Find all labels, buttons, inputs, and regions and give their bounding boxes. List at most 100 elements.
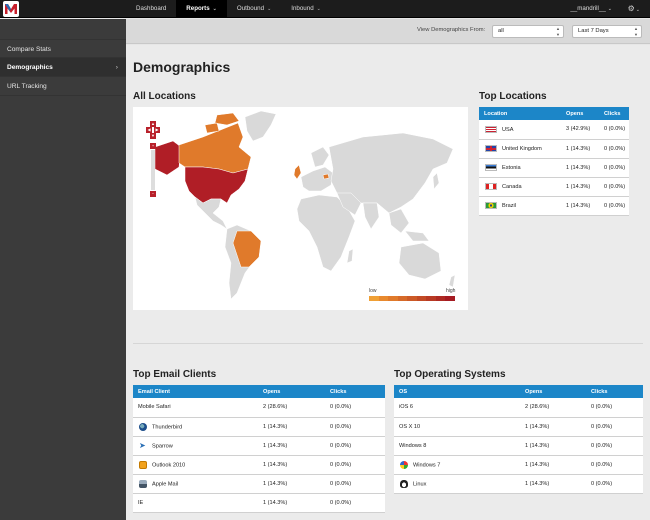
- col-header-location[interactable]: Location: [479, 107, 561, 120]
- nav-outbound[interactable]: Outbound ⌄: [227, 0, 281, 18]
- nav-label: Outbound: [236, 5, 265, 12]
- client-cell: ➤ Sparrow: [133, 436, 258, 456]
- settings-menu[interactable]: ⚙⌄: [628, 0, 640, 19]
- clicks-cell: 0 (0.0%): [586, 398, 643, 418]
- page-title: Demographics: [133, 59, 231, 75]
- clicks-cell: 0 (0.0%): [325, 455, 385, 475]
- sidebar-item-demographics[interactable]: Demographics ›: [0, 58, 126, 77]
- table-row: IE 1 (14.3%) 0 (0.0%): [133, 493, 385, 513]
- user-menu[interactable]: __mandrill__ ⌄: [570, 0, 612, 18]
- username: __mandrill__: [570, 5, 606, 12]
- sidebar-item-label: Demographics: [7, 64, 53, 71]
- legend-swatch: [407, 296, 417, 301]
- table-row: OS X 10 1 (14.3%) 0 (0.0%): [394, 417, 643, 437]
- clicks-cell: 0 (0.0%): [599, 158, 629, 178]
- col-header-opens[interactable]: Opens: [258, 385, 325, 398]
- client-name: Apple Mail: [152, 480, 179, 487]
- legend-swatch: [369, 296, 379, 301]
- table-row: Canada 1 (14.3%) 0 (0.0%): [479, 177, 629, 197]
- legend-swatch: [435, 296, 445, 301]
- table-row: USA 3 (42.9%) 0 (0.0%): [479, 120, 629, 140]
- zoom-in-button[interactable]: +: [150, 143, 156, 149]
- mandrill-logo[interactable]: [3, 1, 19, 17]
- opens-cell: 1 (14.3%): [520, 474, 586, 494]
- zoom-slider-track[interactable]: [151, 150, 155, 190]
- client-name: Sparrow: [152, 442, 173, 449]
- top-locations-heading: Top Locations: [479, 91, 547, 102]
- table-row: iOS 6 2 (28.6%) 0 (0.0%): [394, 398, 643, 418]
- map-region-india: [362, 202, 380, 230]
- date-range-value: Last 7 Days: [578, 28, 609, 34]
- zoom-out-button[interactable]: −: [150, 191, 156, 197]
- date-range-select[interactable]: Last 7 Days ▲ ▼: [572, 25, 642, 38]
- opens-cell: 3 (42.9%): [561, 120, 599, 140]
- chevron-down-icon: ⌄: [316, 6, 321, 12]
- os-cell: Windows 7: [394, 455, 520, 475]
- os-cell: OS X 10: [394, 417, 520, 437]
- opens-cell: 1 (14.3%): [258, 417, 325, 437]
- main-nav: Dashboard Reports ⌄ Outbound ⌄ Inbound ⌄: [126, 0, 331, 18]
- clicks-cell: 0 (0.0%): [599, 120, 629, 140]
- client-name: IE: [138, 499, 144, 506]
- col-header-opens[interactable]: Opens: [520, 385, 586, 398]
- linux-icon: [400, 479, 408, 488]
- section-divider: [133, 343, 643, 344]
- sidebar-item-url-tracking[interactable]: URL Tracking: [0, 77, 126, 96]
- col-header-clicks[interactable]: Clicks: [586, 385, 643, 398]
- chevron-down-icon: ⌄: [607, 6, 612, 12]
- opens-cell: 1 (14.3%): [561, 139, 599, 159]
- opens-cell: 2 (28.6%): [258, 398, 325, 418]
- map-region-europe: [300, 166, 334, 192]
- opens-cell: 1 (14.3%): [520, 436, 586, 456]
- source-select[interactable]: all ▲ ▼: [492, 25, 564, 38]
- map-region-se-asia: [388, 208, 430, 242]
- client-cell: Thunderbird: [133, 417, 258, 437]
- opens-cell: 1 (14.3%): [561, 177, 599, 197]
- usa-flag-icon: [485, 125, 497, 133]
- opens-cell: 1 (14.3%): [258, 493, 325, 513]
- col-header-email-client[interactable]: Email Client: [133, 385, 258, 398]
- legend-high-label: high: [446, 288, 456, 294]
- nav-inbound[interactable]: Inbound ⌄: [281, 0, 331, 18]
- sparrow-icon: ➤: [139, 440, 146, 450]
- client-cell: IE: [133, 493, 258, 513]
- opens-cell: 1 (14.3%): [258, 474, 325, 494]
- client-cell: Mobile Safari: [133, 398, 258, 418]
- world-map-svg: [154, 110, 456, 300]
- nav-dashboard[interactable]: Dashboard: [126, 0, 176, 18]
- select-arrows-icon: ▲ ▼: [634, 26, 638, 37]
- top-locations-table: Location Opens Clicks USA 3 (42.9%) 0 (0…: [479, 107, 629, 216]
- col-header-clicks[interactable]: Clicks: [599, 107, 629, 120]
- clicks-cell: 0 (0.0%): [325, 398, 385, 418]
- sidebar-item-compare-stats[interactable]: Compare Stats: [0, 39, 126, 58]
- location-cell: Estonia: [479, 158, 561, 178]
- col-header-os[interactable]: OS: [394, 385, 520, 398]
- table-row: Mobile Safari 2 (28.6%) 0 (0.0%): [133, 398, 385, 418]
- col-header-clicks[interactable]: Clicks: [325, 385, 385, 398]
- nav-reports[interactable]: Reports ⌄: [176, 0, 227, 18]
- location-name: Estonia: [502, 164, 521, 171]
- os-name: Windows 7: [413, 461, 441, 468]
- table-header-row: OS Opens Clicks: [394, 385, 643, 398]
- opens-cell: 1 (14.3%): [258, 436, 325, 456]
- col-header-opens[interactable]: Opens: [561, 107, 599, 120]
- top-email-clients-heading: Top Email Clients: [133, 369, 217, 380]
- map-region-japan: [432, 172, 440, 190]
- legend-swatch: [397, 296, 407, 301]
- world-map[interactable]: ▲ ◀ ▶ ▼ + − low high: [133, 107, 468, 310]
- table-row: Brazil 1 (14.3%) 0 (0.0%): [479, 196, 629, 216]
- os-table: OS Opens Clicks iOS 6 2 (28.6%) 0 (0.0%)…: [394, 385, 643, 494]
- clicks-cell: 0 (0.0%): [599, 177, 629, 197]
- client-name: Mobile Safari: [138, 404, 171, 411]
- location-name: United Kingdom: [502, 145, 542, 152]
- pan-down-button[interactable]: ▼: [150, 133, 156, 139]
- legend-swatch: [445, 296, 455, 301]
- chevron-down-icon: ⌄: [267, 6, 272, 12]
- map-region-alaska: [154, 140, 182, 176]
- source-select-value: all: [498, 28, 504, 34]
- table-row: ➤ Sparrow 1 (14.3%) 0 (0.0%): [133, 436, 385, 456]
- clicks-cell: 0 (0.0%): [325, 436, 385, 456]
- nav-label: Inbound: [291, 5, 314, 12]
- chevron-right-icon: ›: [115, 64, 118, 71]
- clicks-cell: 0 (0.0%): [586, 474, 643, 494]
